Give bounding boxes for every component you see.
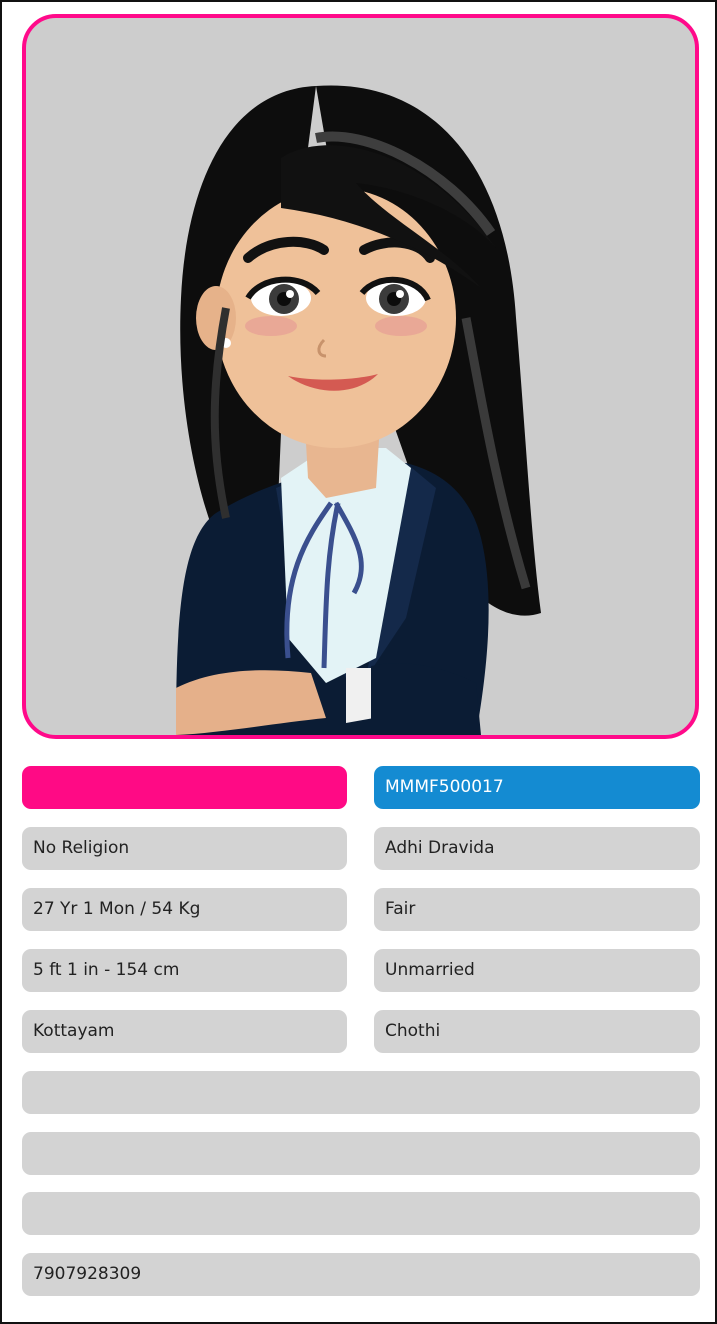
extra-field-2 bbox=[22, 1132, 700, 1175]
extra-field-3 bbox=[22, 1192, 700, 1235]
star-field: Chothi bbox=[374, 1010, 700, 1053]
extra-field-1 bbox=[22, 1071, 700, 1114]
age-weight-field: 27 Yr 1 Mon / 54 Kg bbox=[22, 888, 347, 931]
height-field: 5 ft 1 in - 154 cm bbox=[22, 949, 347, 992]
marital-status-field: Unmarried bbox=[374, 949, 700, 992]
profile-card: MMMF500017 No Religion Adhi Dravida 27 Y… bbox=[0, 0, 717, 1324]
complexion-field: Fair bbox=[374, 888, 700, 931]
profile-photo[interactable] bbox=[22, 14, 699, 739]
caste-field: Adhi Dravida bbox=[374, 827, 700, 870]
religion-field: No Religion bbox=[22, 827, 347, 870]
profile-id-field: MMMF500017 bbox=[374, 766, 700, 809]
location-field: Kottayam bbox=[22, 1010, 347, 1053]
profile-name-field bbox=[22, 766, 347, 809]
woman-avatar-icon bbox=[176, 85, 541, 735]
phone-field[interactable]: 7907928309 bbox=[22, 1253, 700, 1296]
